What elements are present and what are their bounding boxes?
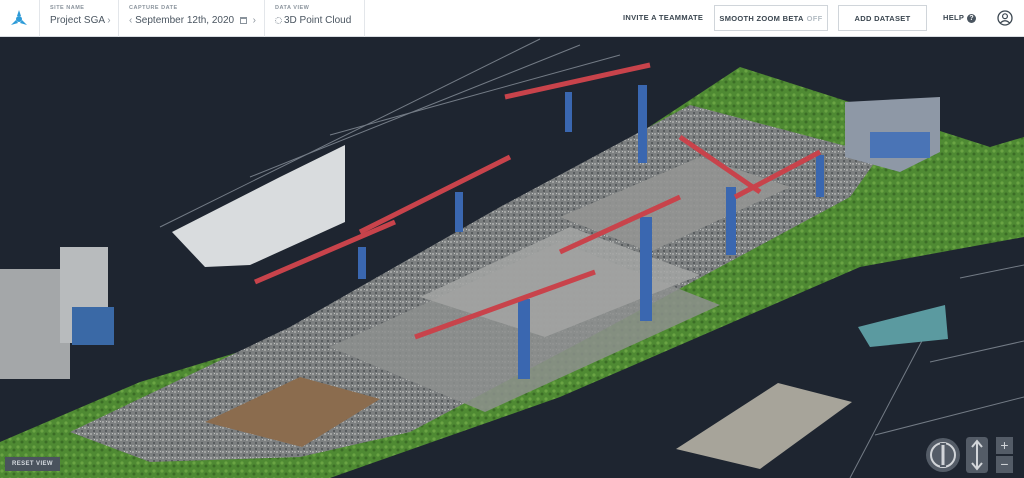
site-name-value: Project SGA bbox=[50, 15, 105, 26]
smooth-zoom-label: SMOOTH ZOOM BETA bbox=[719, 13, 804, 23]
orbit-icon[interactable] bbox=[925, 437, 961, 473]
point-cloud-icon bbox=[275, 16, 282, 24]
chevron-left-icon[interactable]: ‹ bbox=[129, 15, 132, 26]
site-name-label: SITE NAME bbox=[50, 5, 85, 11]
chevron-right-icon: › bbox=[107, 15, 111, 26]
point-cloud-scene bbox=[0, 38, 1024, 478]
data-view-selector[interactable]: DATA VIEW 3D Point Cloud bbox=[264, 0, 365, 37]
add-dataset-button[interactable]: ADD DATASET bbox=[838, 5, 927, 31]
point-cloud-viewport[interactable] bbox=[0, 37, 1024, 478]
pan-icon[interactable] bbox=[966, 437, 988, 473]
data-view-value: 3D Point Cloud bbox=[284, 15, 352, 26]
reset-view-button[interactable]: RESET VIEW bbox=[5, 457, 60, 471]
help-icon: ? bbox=[967, 13, 977, 23]
top-bar: SITE NAME Project SGA › CAPTURE DATE ‹ S… bbox=[0, 0, 1024, 37]
zoom-in-icon[interactable]: + bbox=[996, 437, 1013, 454]
smooth-zoom-toggle[interactable]: SMOOTH ZOOM BETA OFF bbox=[714, 5, 828, 31]
help-label: HELP bbox=[943, 13, 965, 22]
capture-date-selector[interactable]: CAPTURE DATE ‹ September 12th, 2020 › bbox=[118, 0, 264, 37]
invite-teammate-link[interactable]: INVITE A TEAMMATE bbox=[623, 13, 703, 22]
calendar-icon[interactable] bbox=[239, 16, 247, 24]
capture-date-value: September 12th, 2020 bbox=[135, 15, 235, 26]
site-name-selector[interactable]: SITE NAME Project SGA › bbox=[39, 0, 118, 37]
help-link[interactable]: HELP? bbox=[943, 13, 977, 23]
data-view-label: DATA VIEW bbox=[275, 5, 310, 11]
smooth-zoom-state: OFF bbox=[806, 13, 823, 23]
logo-icon[interactable] bbox=[8, 8, 30, 30]
zoom-out-icon[interactable]: − bbox=[996, 456, 1013, 473]
capture-date-label: CAPTURE DATE bbox=[129, 5, 178, 11]
chevron-right-icon[interactable]: › bbox=[253, 15, 256, 26]
user-avatar-icon[interactable] bbox=[997, 10, 1013, 26]
